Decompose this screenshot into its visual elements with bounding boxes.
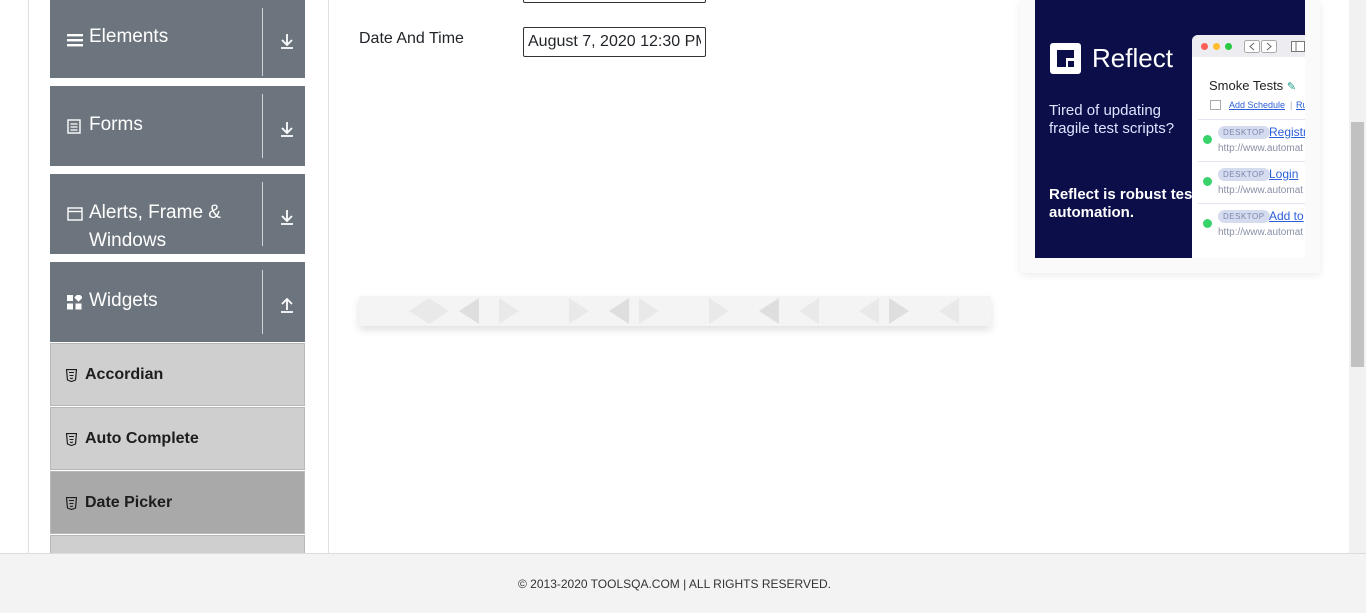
calendar-icon: [1210, 100, 1221, 110]
status-dot-icon: [1203, 219, 1212, 228]
group-header[interactable]: Forms: [50, 86, 305, 166]
menu-item-accordian[interactable]: Accordian: [50, 343, 305, 406]
group-title-alerts: Alerts, Frame & Windows: [89, 202, 221, 251]
group-header[interactable]: Alerts, Frame & Windows: [50, 174, 305, 254]
maximize-dot-icon: [1225, 43, 1232, 50]
download-arrow-icon[interactable]: [278, 208, 296, 226]
group-header[interactable]: Elements: [50, 0, 305, 78]
test-link: Login: [1269, 167, 1299, 181]
divider: [262, 94, 263, 158]
html5-icon: [66, 369, 77, 382]
group-title-elements: Elements: [89, 26, 169, 47]
date-time-label: Date And Time: [359, 30, 464, 47]
footer: © 2013-2020 TOOLSQA.COM | ALL RIGHTS RES…: [0, 553, 1366, 613]
platform-badge: DESKTOP: [1218, 126, 1270, 139]
divider: [262, 182, 263, 246]
menu-item-next[interactable]: [50, 535, 305, 553]
test-url: http://www.automat: [1218, 185, 1304, 196]
window-title-bar: [1192, 35, 1305, 57]
list-icon: [67, 34, 83, 47]
widgets-icon: [67, 295, 82, 310]
test-row: DESKTOP Add to http://www.automat: [1198, 203, 1305, 245]
download-arrow-icon[interactable]: [278, 120, 296, 138]
status-dot-icon: [1203, 135, 1212, 144]
advertisement[interactable]: Reflect Tired of updating fragile test s…: [1020, 0, 1320, 273]
pattern-graphic: [409, 298, 959, 324]
test-row: DESKTOP Login http://www.automat: [1198, 161, 1305, 203]
menu-item-date-picker[interactable]: Date Picker: [50, 471, 305, 534]
menu-item-label: Date Picker: [85, 494, 173, 511]
test-url: http://www.automat: [1218, 227, 1304, 238]
footer-copyright: © 2013-2020 TOOLSQA.COM | ALL RIGHTS RES…: [518, 577, 831, 591]
menu-item-label: Auto Complete: [85, 430, 199, 447]
ad-app-window: Smoke Tests ✎ Add Schedule | Ru DESKTOP …: [1192, 35, 1305, 258]
sidebar-toggle-icon: [1291, 41, 1305, 52]
ad-banner-strip[interactable]: [359, 296, 991, 326]
run-link: Ru: [1296, 100, 1305, 110]
download-arrow-icon[interactable]: [278, 32, 296, 50]
sidebar-group-elements[interactable]: Elements: [50, 0, 305, 78]
minimize-dot-icon: [1213, 43, 1220, 50]
reflect-ad[interactable]: Reflect Tired of updating fragile test s…: [1035, 0, 1305, 258]
group-title-widgets: Widgets: [89, 290, 158, 311]
window-title: Smoke Tests ✎: [1209, 78, 1297, 93]
ad-pitch: Reflect is robust test automation.: [1049, 186, 1198, 221]
page: Elements Forms Alerts, Frame & Windows W…: [0, 0, 1366, 613]
close-dot-icon: [1201, 43, 1208, 50]
platform-badge: DESKTOP: [1218, 210, 1270, 223]
date-input-above[interactable]: [523, 0, 706, 3]
sidebar-group-widgets[interactable]: Widgets: [50, 262, 305, 342]
ad-tagline: Tired of updating fragile test scripts?: [1049, 102, 1175, 137]
group-header[interactable]: Widgets: [50, 262, 305, 342]
ad-brand: Reflect: [1092, 43, 1173, 73]
test-link: Registr: [1269, 125, 1305, 139]
menu-item-label: Accordian: [85, 366, 164, 383]
upload-arrow-icon[interactable]: [278, 296, 296, 314]
test-link: Add to: [1269, 209, 1304, 223]
left-column-border: [28, 0, 29, 553]
platform-badge: DESKTOP: [1218, 168, 1270, 181]
window-icon: [67, 207, 83, 221]
content-column-border: [328, 0, 329, 553]
separator: |: [1290, 100, 1293, 110]
status-dot-icon: [1203, 177, 1212, 186]
date-time-input[interactable]: [523, 27, 706, 57]
html5-icon: [66, 433, 77, 446]
pencil-icon: ✎: [1286, 81, 1297, 93]
scrollbar-thumb[interactable]: [1351, 122, 1364, 367]
sidebar-group-alerts-frame-windows[interactable]: Alerts, Frame & Windows: [50, 174, 305, 254]
html5-icon: [66, 497, 77, 510]
reflect-logo-icon: [1050, 43, 1081, 74]
test-row: DESKTOP Registr http://www.automat: [1198, 119, 1305, 161]
menu-item-auto-complete[interactable]: Auto Complete: [50, 407, 305, 470]
test-url: http://www.automat: [1218, 143, 1304, 154]
add-schedule-link: Add Schedule: [1229, 100, 1286, 110]
document-icon: [67, 119, 81, 134]
divider: [262, 8, 263, 76]
nav-arrows-icon: [1244, 40, 1277, 53]
divider: [262, 270, 263, 334]
sidebar-group-forms[interactable]: Forms: [50, 86, 305, 166]
group-title-forms: Forms: [89, 114, 143, 135]
